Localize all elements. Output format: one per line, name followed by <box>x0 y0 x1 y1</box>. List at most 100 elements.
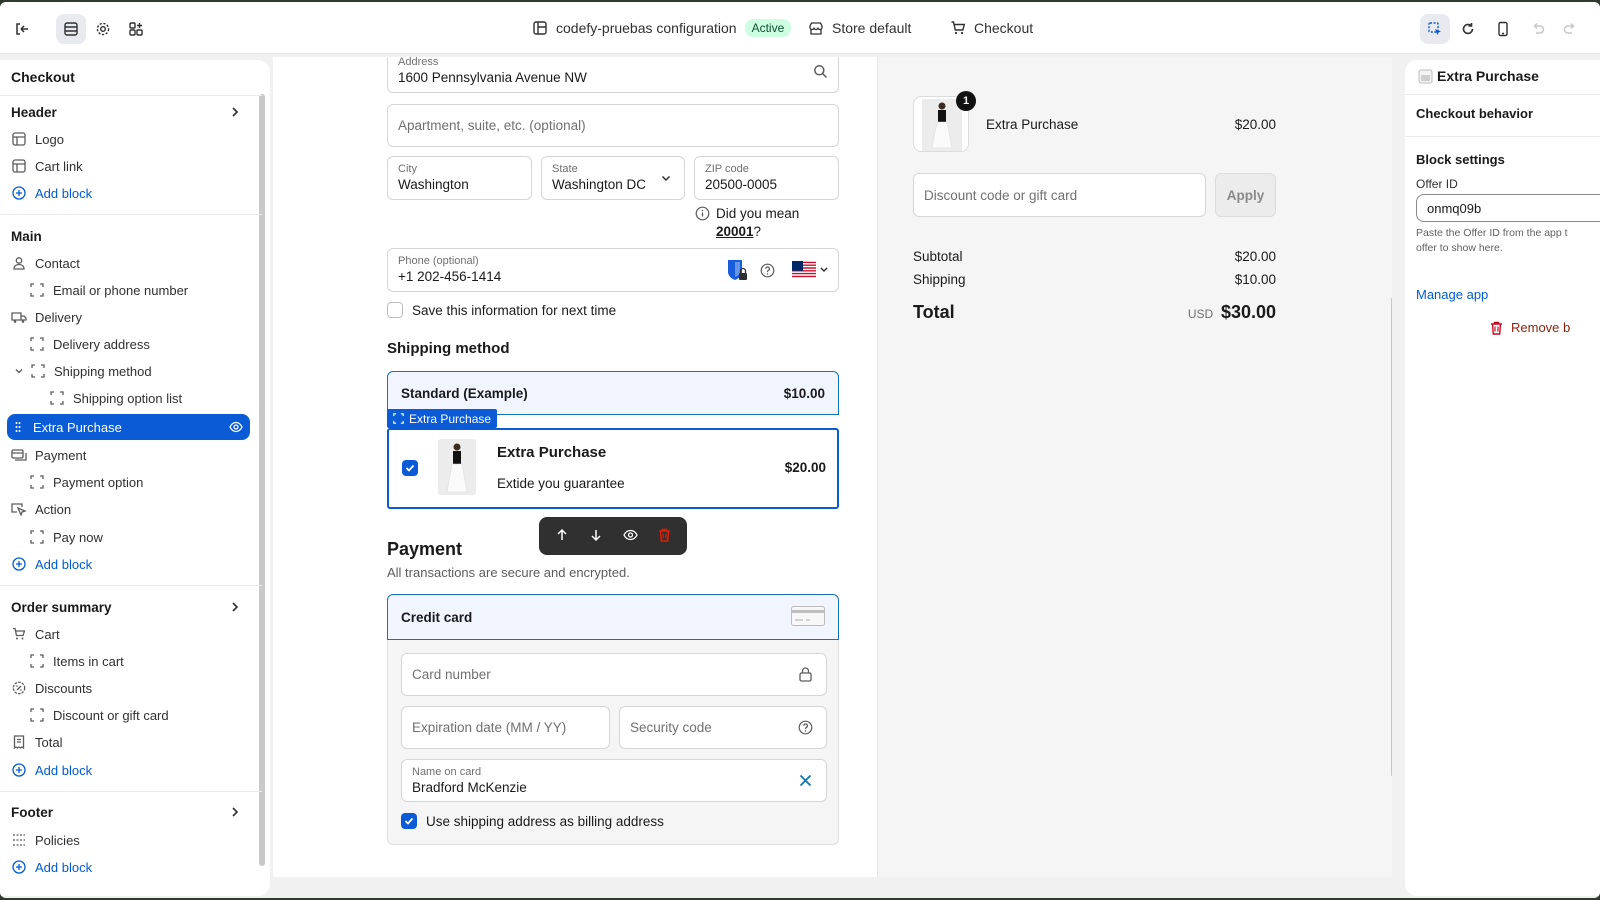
undo-icon[interactable] <box>1523 14 1553 44</box>
clear-icon[interactable] <box>799 760 812 801</box>
search-icon[interactable] <box>813 57 828 92</box>
apartment-placeholder: Apartment, suite, etc. (optional) <box>398 118 586 133</box>
save-info-checkbox[interactable] <box>387 302 403 318</box>
phone-field[interactable]: Phone (optional) +1 202-456-1414 <box>387 248 839 292</box>
sidebar-item-label: Cart <box>35 626 60 642</box>
security-code-placeholder: Security code <box>630 720 712 735</box>
sidebar-item-extra-purchase[interactable]: Extra Purchase <box>7 414 250 440</box>
billing-same-label: Use shipping address as billing address <box>426 813 664 829</box>
address-field[interactable]: Address 1600 Pennsylvania Avenue NW <box>387 57 839 93</box>
section-label: Header <box>11 104 57 120</box>
credit-card-form: Card number Expiration date (MM / YY) Se… <box>387 640 839 845</box>
sidebar-scrollbar[interactable] <box>259 94 265 866</box>
sidebar-item-pay-now[interactable]: Pay now <box>29 524 250 550</box>
offer-id-input[interactable]: onmq09b <box>1416 194 1600 222</box>
add-block-button[interactable]: Add block <box>11 757 253 783</box>
section-label: Order summary <box>11 599 112 615</box>
exit-icon[interactable] <box>7 14 37 44</box>
block-icon <box>29 707 45 723</box>
credit-card-option[interactable]: Credit card <box>387 594 839 640</box>
add-block-label: Add block <box>35 859 93 875</box>
store-selector[interactable]: Store default <box>808 2 911 54</box>
sidebar-item-delivery-address[interactable]: Delivery address <box>29 331 250 357</box>
sidebar-item-items-in-cart[interactable]: Items in cart <box>29 648 250 674</box>
settings-panel: Extra Purchase Checkout behavior Block s… <box>1405 60 1600 896</box>
refresh-icon[interactable] <box>1453 14 1483 44</box>
sidebar-item-shipping-option-list[interactable]: Shipping option list <box>49 385 250 411</box>
sidebar-item-payment[interactable]: Payment <box>11 442 253 468</box>
add-block-button[interactable]: Add block <box>11 854 253 880</box>
sidebar-item-label: Pay now <box>53 529 103 545</box>
discount-code-field[interactable]: Discount code or gift card <box>913 173 1206 217</box>
sidebar-item-discounts[interactable]: Discounts <box>11 675 253 701</box>
zip-field[interactable]: ZIP code 20500-0005 <box>694 156 839 200</box>
sidebar-item-contact[interactable]: Contact <box>11 250 253 276</box>
block-icon <box>30 363 46 379</box>
settings-title: Extra Purchase <box>1437 68 1539 84</box>
help-circle-icon[interactable] <box>798 707 813 748</box>
suggested-zip-link[interactable]: 20001 <box>716 224 754 239</box>
block-icon <box>29 336 45 352</box>
page-selector[interactable]: Checkout <box>950 2 1033 54</box>
arrow-down-icon[interactable] <box>589 528 603 545</box>
apartment-field[interactable]: Apartment, suite, etc. (optional) <box>387 104 839 147</box>
sidebar-item-cart-link[interactable]: Cart link <box>11 153 253 179</box>
section-order-summary[interactable]: Order summary <box>11 594 247 620</box>
gear-icon[interactable] <box>88 14 118 44</box>
inspector-icon[interactable] <box>1420 14 1450 44</box>
block-icon <box>29 282 45 298</box>
sections-icon[interactable] <box>56 14 86 44</box>
redo-icon[interactable] <box>1555 14 1585 44</box>
name-on-card-value: Bradford McKenzie <box>412 780 527 795</box>
billing-same-row[interactable]: Use shipping address as billing address <box>401 813 664 829</box>
chevron-right-icon <box>227 104 243 120</box>
sidebar-item-discount-or-gift[interactable]: Discount or gift card <box>29 702 250 728</box>
trash-icon <box>1491 321 1502 335</box>
manage-app-link[interactable]: Manage app <box>1416 287 1488 302</box>
divider <box>1405 94 1600 95</box>
extra-purchase-checkbox[interactable] <box>402 460 418 476</box>
checkout-behavior-heading[interactable]: Checkout behavior <box>1416 106 1533 121</box>
apps-icon[interactable] <box>121 14 151 44</box>
mobile-preview-icon[interactable] <box>1488 14 1518 44</box>
sidebar-item-payment-option[interactable]: Payment option <box>29 469 250 495</box>
sidebar-item-label: Payment option <box>53 474 144 490</box>
preview-scrollbar[interactable] <box>1391 297 1392 777</box>
security-code-field[interactable]: Security code <box>619 706 827 749</box>
add-block-button[interactable]: Add block <box>11 551 253 577</box>
section-header[interactable]: Header <box>11 99 247 125</box>
apply-button[interactable]: Apply <box>1215 173 1276 217</box>
expiry-field[interactable]: Expiration date (MM / YY) <box>401 706 610 749</box>
save-info-label: Save this information for next time <box>412 302 617 318</box>
drag-handle-icon[interactable] <box>13 419 23 435</box>
billing-same-checkbox[interactable] <box>401 813 417 829</box>
name-on-card-field[interactable]: Name on card Bradford McKenzie <box>401 759 827 802</box>
sidebar-item-email[interactable]: Email or phone number <box>29 277 250 303</box>
arrow-up-icon[interactable] <box>555 528 569 545</box>
save-info-row[interactable]: Save this information for next time <box>387 302 616 318</box>
eye-icon[interactable] <box>228 419 244 435</box>
extra-purchase-block[interactable]: Extra Purchase Extide you guarantee $20.… <box>387 428 839 509</box>
policies-icon <box>11 832 27 848</box>
card-number-field[interactable]: Card number <box>401 653 827 696</box>
section-footer[interactable]: Footer <box>11 799 247 825</box>
sidebar-item-logo[interactable]: Logo <box>11 126 253 152</box>
city-field[interactable]: City Washington <box>387 156 532 200</box>
config-selector[interactable]: codefy-pruebas configuration Active <box>532 2 792 54</box>
eye-icon[interactable] <box>623 528 638 545</box>
trash-icon[interactable] <box>658 528 671 545</box>
help-circle-icon[interactable] <box>760 249 775 291</box>
sidebar-item-shipping-method[interactable]: Shipping method <box>11 358 253 384</box>
sidebar-item-delivery[interactable]: Delivery <box>11 304 253 330</box>
sidebar-item-policies[interactable]: Policies <box>11 827 253 853</box>
extra-purchase-title: Extra Purchase <box>497 444 607 461</box>
sidebar-item-action[interactable]: Action <box>11 496 253 522</box>
us-flag-icon[interactable] <box>792 249 830 291</box>
config-icon <box>533 21 547 35</box>
state-select[interactable]: State Washington DC <box>541 156 685 200</box>
password-manager-icon[interactable] <box>726 249 748 291</box>
add-block-button[interactable]: Add block <box>11 180 253 206</box>
remove-block-button[interactable]: Remove b <box>1490 320 1570 335</box>
sidebar-item-total[interactable]: Total <box>11 729 253 755</box>
sidebar-item-cart[interactable]: Cart <box>11 621 253 647</box>
